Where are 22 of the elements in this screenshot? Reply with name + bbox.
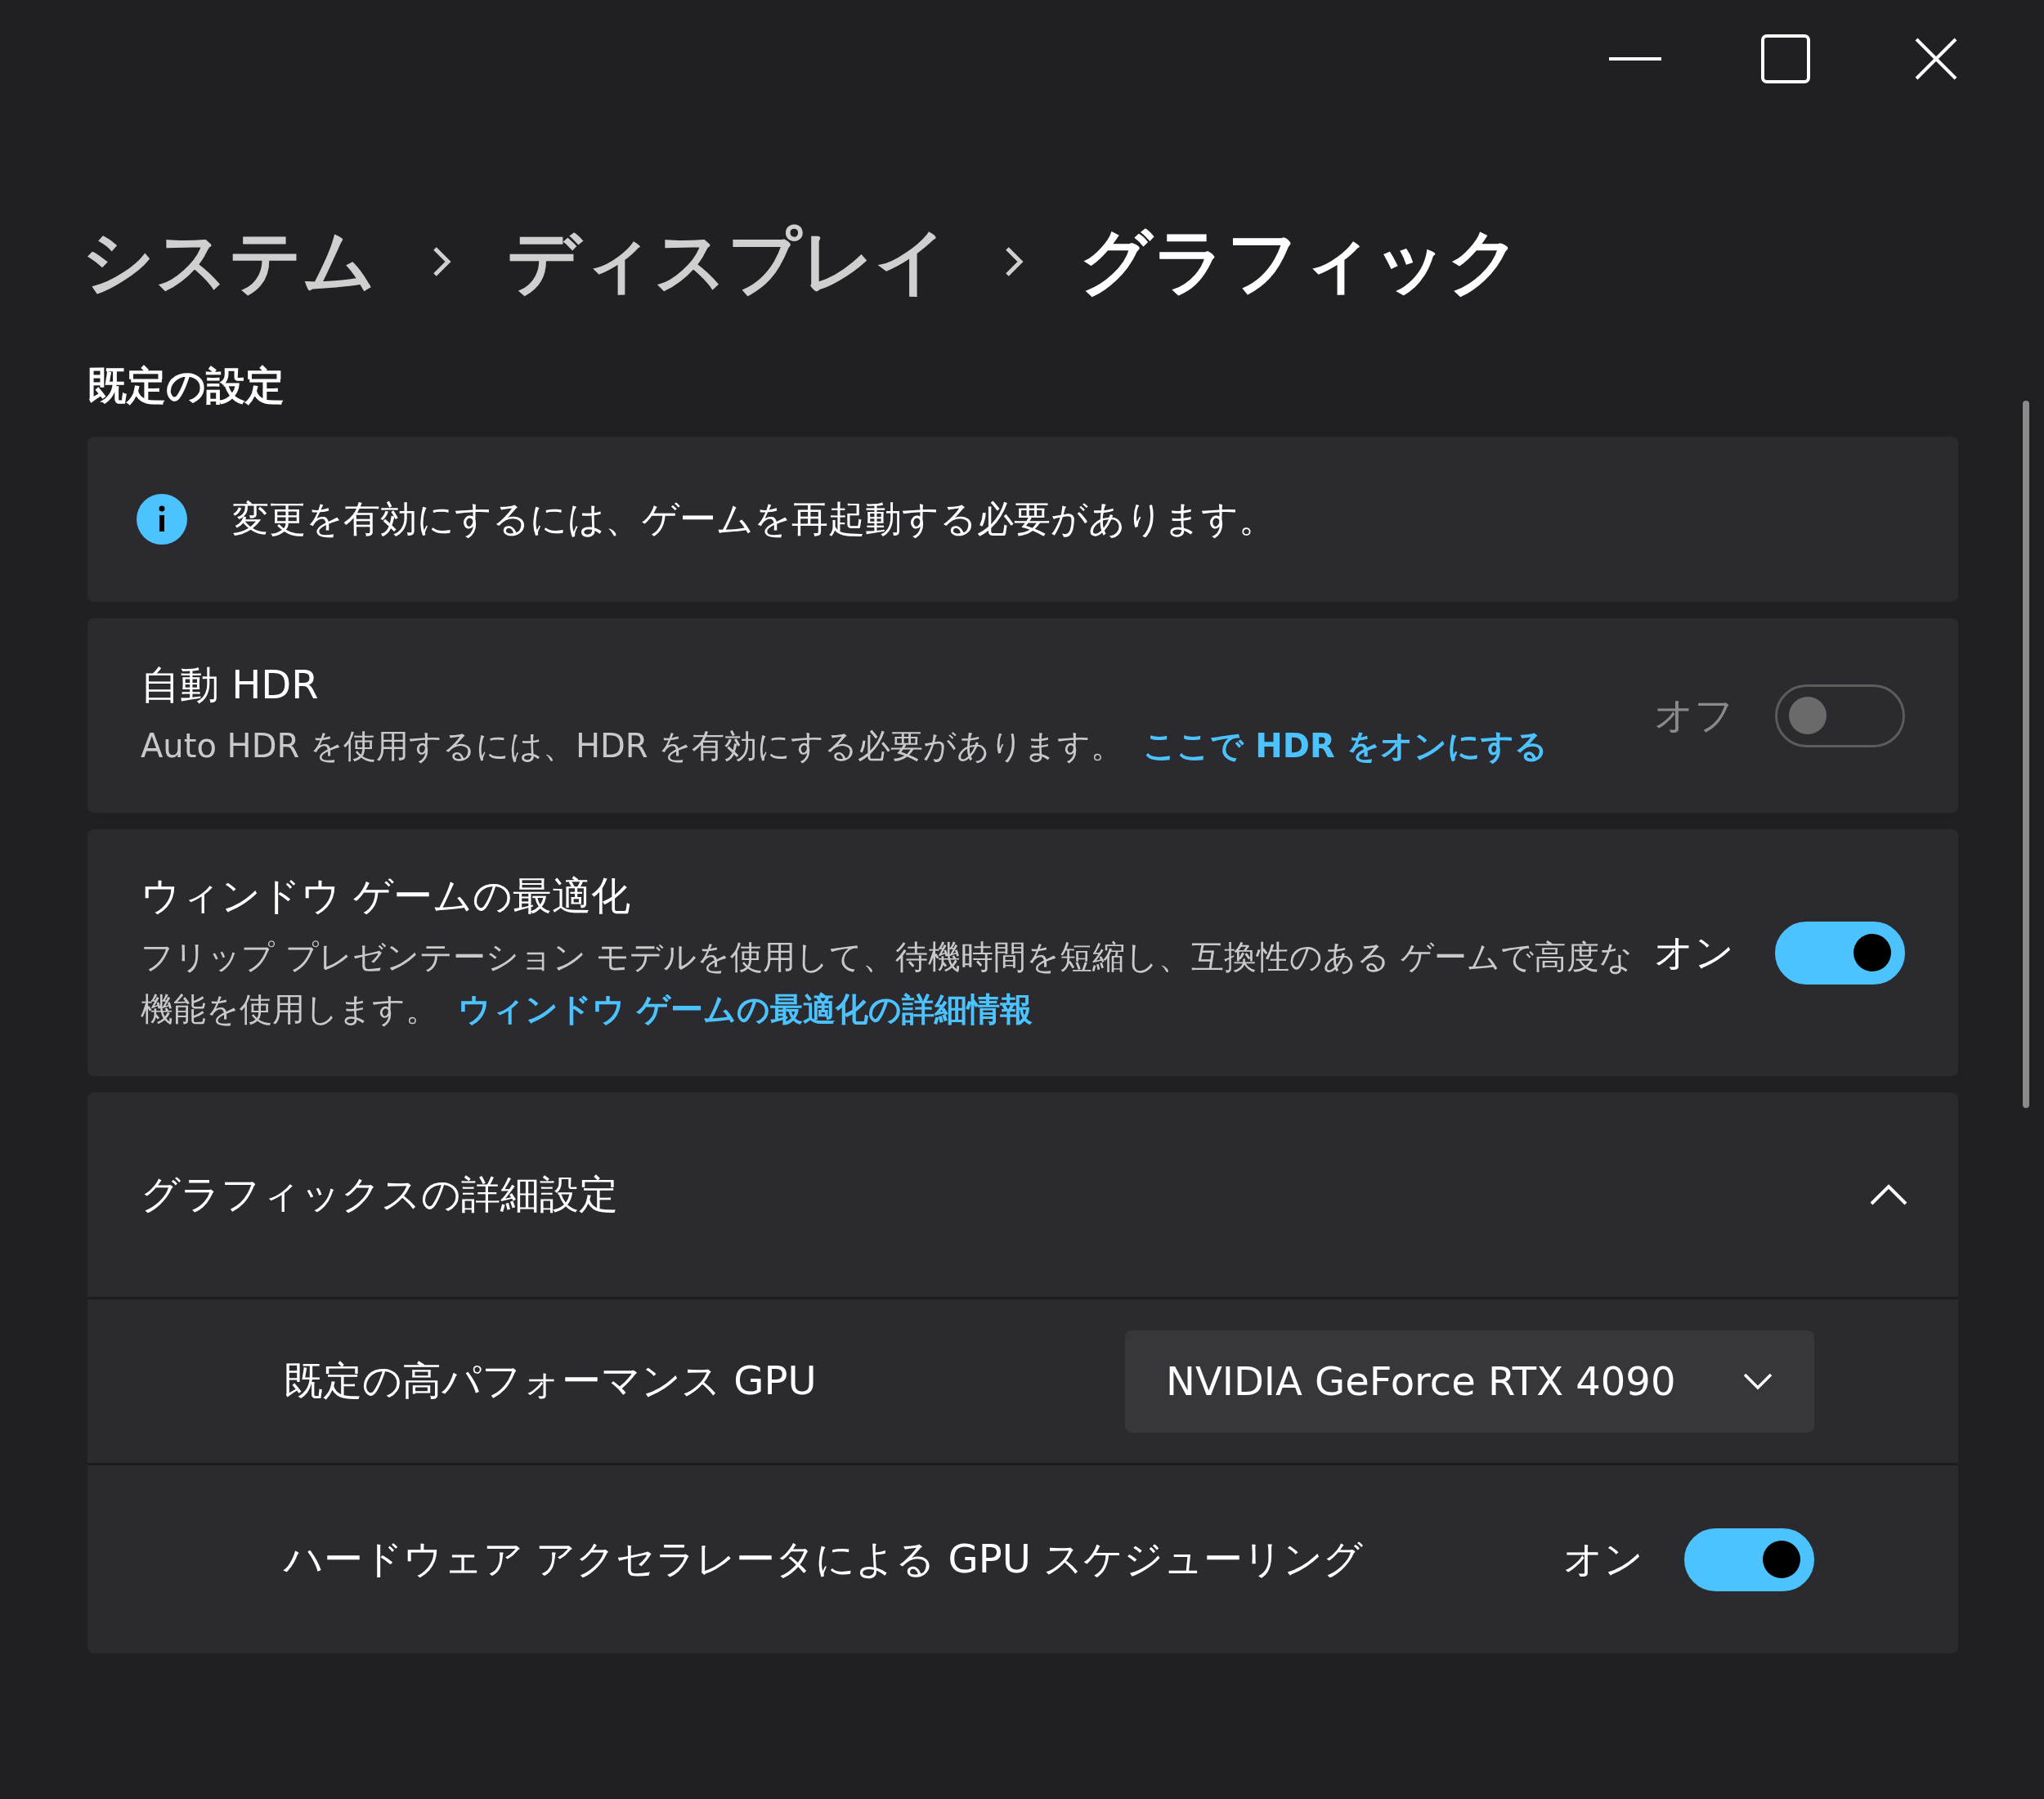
setting-title: ウィンドウ ゲームの最適化 bbox=[141, 872, 632, 920]
maximize-icon[interactable] bbox=[1759, 33, 1812, 85]
section-title: 既定の設定 bbox=[87, 361, 285, 410]
info-message: 変更を有効にするには、ゲームを再起動する必要があります。 bbox=[232, 496, 1275, 542]
toggle-state-label: オン bbox=[1563, 1535, 1643, 1583]
info-icon bbox=[137, 494, 187, 545]
gpu-dropdown[interactable]: NVIDIA GeForce RTX 4090 bbox=[1125, 1330, 1814, 1433]
caret-icon[interactable] bbox=[1868, 1182, 1909, 1207]
setting-description: フリップ プレゼンテーション モデルを使用して、待機時間を短縮し、互換性のある ゲームで高度な機能を使用します。 ウィンドウ ゲームの最適化の詳細情報 bbox=[141, 937, 1634, 1030]
setting-description: Auto HDR を使用するには、HDR を有効にする必要があります。 ここで HDR をオンにする bbox=[141, 726, 1549, 766]
setting-label: 既定の高パフォーマンス GPU bbox=[284, 1357, 818, 1405]
chevron-down-icon bbox=[1742, 1372, 1773, 1390]
breadcrumb-item[interactable]: ディスプレイ bbox=[507, 213, 948, 311]
learn-more-link[interactable]: ウィンドウ ゲームの最適化の詳細情報 bbox=[458, 990, 1033, 1028]
breadcrumb-item[interactable]: システム bbox=[82, 213, 376, 311]
expander-title[interactable]: グラフィックスの詳細設定 bbox=[141, 1169, 618, 1221]
setting-title: 自動 HDR bbox=[141, 661, 320, 709]
toggle-state-label: オン bbox=[1654, 928, 1734, 976]
scrollbar[interactable] bbox=[2023, 401, 2029, 1108]
toggle-state-label: オフ bbox=[1654, 691, 1734, 739]
setting-label: ハードウェア アクセラレータによる GPU スケジューリング bbox=[284, 1535, 1365, 1583]
breadcrumb-item: グラフィック bbox=[1079, 218, 1521, 305]
